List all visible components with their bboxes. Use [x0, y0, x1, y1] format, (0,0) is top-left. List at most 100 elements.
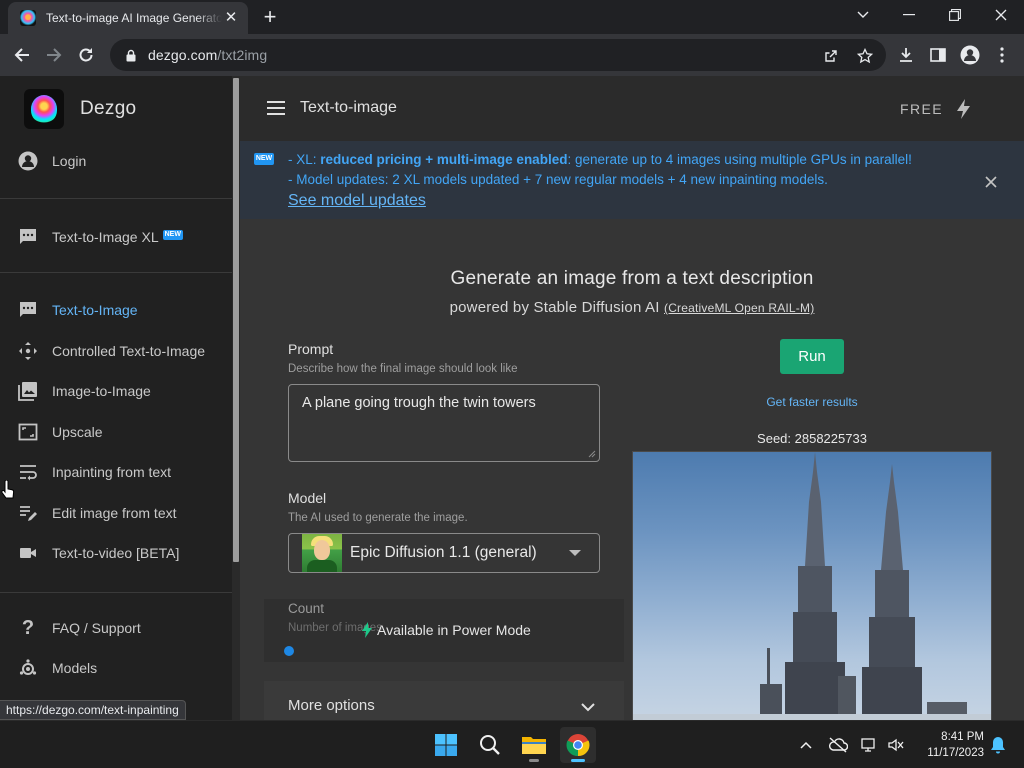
videocam-icon — [17, 542, 39, 564]
sidebar-item-image-to-image[interactable]: Image-to-Image — [0, 373, 232, 409]
profile-avatar-icon[interactable] — [956, 41, 984, 69]
model-label: Model — [288, 490, 327, 506]
forward-button[interactable] — [40, 41, 68, 69]
sidebar-item-edit-image-from-text[interactable]: Edit image from text — [0, 495, 232, 531]
share-icon[interactable] — [820, 45, 842, 67]
chrome-menu-icon[interactable] — [988, 41, 1016, 69]
image-icon — [17, 380, 39, 402]
new-badge: NEW — [162, 230, 183, 240]
tab-search-chevron-icon[interactable] — [840, 0, 886, 30]
models-hub-icon — [17, 657, 39, 679]
hand-cursor-icon — [1, 480, 15, 499]
move-icon — [17, 340, 39, 362]
sidebar-item-models[interactable]: Models — [0, 650, 232, 686]
account-circle-icon — [17, 150, 39, 172]
tab-title: Text-to-image AI Image Generator — [46, 11, 222, 25]
page-heading: Generate an image from a text descriptio… — [450, 268, 814, 289]
cloud-offline-icon[interactable] — [826, 733, 850, 757]
sidebar-item-text-to-image[interactable]: Text-to-Image — [0, 292, 232, 328]
dezgo-logo-icon[interactable] — [24, 89, 64, 129]
seed-value: Seed: 2858225733 — [757, 431, 867, 446]
sidebar-divider — [0, 592, 232, 593]
generated-image[interactable] — [632, 451, 992, 720]
power-mode-notice[interactable]: Available in Power Mode — [360, 621, 531, 639]
download-icon[interactable] — [892, 41, 920, 69]
file-explorer-icon[interactable] — [516, 727, 552, 763]
dropdown-arrow-icon[interactable] — [569, 550, 581, 556]
upscale-icon — [17, 421, 39, 443]
sidebar-item-login[interactable]: Login — [0, 143, 232, 179]
count-field: Count Number of images Available in Powe… — [264, 599, 624, 662]
count-slider-thumb[interactable] — [284, 646, 294, 656]
page-title: Text-to-image — [300, 99, 397, 116]
model-hint: The AI used to generate the image. — [288, 512, 468, 524]
bookmark-star-icon[interactable] — [854, 45, 876, 67]
run-button[interactable]: Run — [780, 339, 844, 374]
close-banner-icon[interactable] — [980, 171, 1002, 193]
lightning-bolt-icon[interactable] — [954, 98, 974, 120]
wrap-text-icon — [17, 461, 39, 483]
count-label: Count — [288, 601, 325, 616]
link-status-bar: https://dezgo.com/text-inpainting — [0, 700, 186, 720]
back-button[interactable] — [8, 41, 36, 69]
sidebar-divider — [0, 272, 232, 273]
sidebar-divider — [0, 198, 232, 199]
restore-button[interactable] — [932, 0, 978, 30]
app-bar: Text-to-image FREE — [240, 76, 1024, 141]
sidebar-item-faq-support[interactable]: ? FAQ / Support — [0, 610, 232, 646]
close-window-button[interactable] — [978, 0, 1024, 30]
banner-line-xl: - XL: reduced pricing + multi-image enab… — [288, 152, 912, 167]
more-options-toggle[interactable]: More options — [264, 681, 624, 720]
power-bolt-icon — [362, 622, 372, 638]
chrome-taskbar-icon[interactable] — [560, 727, 596, 763]
network-icon[interactable] — [858, 733, 882, 757]
tab-close-icon[interactable]: ✕ — [222, 9, 240, 27]
url-text: dezgo.com/txt2img — [148, 47, 268, 63]
sidebar-item-text-to-image-xl[interactable]: Text-to-Image XL NEW — [0, 219, 232, 255]
reload-button[interactable] — [72, 41, 100, 69]
resize-grip-icon[interactable] — [586, 448, 596, 458]
dezgo-favicon-icon — [20, 10, 36, 26]
tab-strip: Text-to-image AI Image Generator ✕ + — [0, 0, 1024, 34]
address-bar[interactable]: dezgo.com/txt2img — [110, 39, 886, 71]
sidebar: Dezgo Login Text-to-Image XL NEW Text-to-… — [0, 76, 240, 720]
sidebar-item-inpainting-from-text[interactable]: Inpainting from text — [0, 454, 232, 490]
search-icon[interactable] — [472, 727, 508, 763]
banner-line-models: - Model updates: 2 XL models updated + 7… — [288, 172, 828, 187]
notification-bell-icon[interactable] — [986, 733, 1010, 757]
help-question-icon: ? — [21, 616, 35, 639]
get-faster-results-link[interactable]: Get faster results — [720, 395, 904, 409]
windows-taskbar: 8:41 PM 11/17/2023 — [0, 720, 1024, 768]
sidebar-item-text-to-video[interactable]: Text-to-video [BETA] — [0, 535, 232, 571]
new-tab-button[interactable]: + — [258, 6, 282, 30]
volume-muted-icon[interactable] — [884, 733, 908, 757]
prompt-label: Prompt — [288, 341, 334, 357]
page-subheading: powered by Stable Diffusion AI (Creative… — [449, 299, 815, 316]
sidebar-item-upscale[interactable]: Upscale — [0, 414, 232, 450]
see-model-updates-link[interactable]: See model updates — [288, 192, 426, 210]
windows-start-icon[interactable] — [428, 727, 464, 763]
minimize-button[interactable] — [886, 0, 932, 30]
browser-toolbar: dezgo.com/txt2img — [0, 34, 1024, 76]
brand-name[interactable]: Dezgo — [80, 98, 136, 120]
side-panel-icon[interactable] — [924, 41, 952, 69]
prompt-hint: Describe how the final image should look… — [288, 363, 518, 375]
main-content: Generate an image from a text descriptio… — [240, 219, 1024, 720]
chat-icon — [17, 226, 39, 248]
announcement-banner: NEW - XL: reduced pricing + multi-image … — [240, 141, 1024, 219]
prompt-input[interactable]: A plane going trough the twin towers — [288, 384, 600, 462]
license-link[interactable]: (CreativeML Open RAIL-M) — [664, 301, 814, 315]
sidebar-scrollbar[interactable] — [232, 76, 240, 720]
new-badge: NEW — [254, 153, 274, 165]
sidebar-item-controlled-text-to-image[interactable]: Controlled Text-to-Image — [0, 333, 232, 369]
tray-overflow-chevron-icon[interactable] — [794, 733, 818, 757]
free-plan-label[interactable]: FREE — [900, 101, 943, 117]
model-select[interactable]: Epic Diffusion 1.1 (general) — [288, 533, 600, 573]
system-clock[interactable]: 8:41 PM 11/17/2023 — [912, 729, 984, 761]
lock-icon[interactable] — [122, 46, 140, 64]
browser-tab[interactable]: Text-to-image AI Image Generator ✕ — [8, 2, 248, 34]
hamburger-menu-icon[interactable] — [264, 96, 288, 120]
chat-icon — [17, 299, 39, 321]
model-thumbnail — [302, 534, 342, 572]
expand-chevron-icon — [581, 703, 595, 712]
